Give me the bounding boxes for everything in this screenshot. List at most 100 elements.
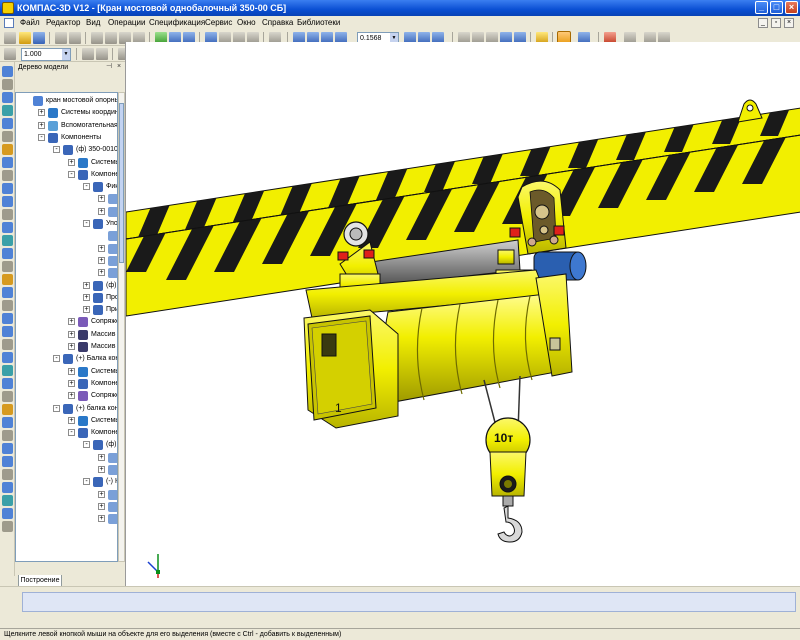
tree-row[interactable]: + <box>16 489 117 501</box>
expand-icon[interactable]: + <box>98 466 105 473</box>
close-icon[interactable]: × <box>115 63 123 71</box>
doc-minimize-button[interactable]: _ <box>758 18 768 28</box>
tool-icon[interactable] <box>2 443 13 454</box>
cut-icon[interactable] <box>91 32 103 44</box>
tree-row[interactable]: + Массив п <box>16 341 117 353</box>
tree-row[interactable]: - (ф) 350-0010 <box>16 144 117 156</box>
tree-row[interactable]: + <box>16 243 117 255</box>
tool-icon[interactable] <box>2 430 13 441</box>
preview-icon[interactable] <box>69 32 81 44</box>
tool-icon[interactable] <box>2 365 13 376</box>
tree-row[interactable] <box>16 230 117 242</box>
tree-row[interactable]: + <box>16 501 117 513</box>
tree-row[interactable]: + Системы <box>16 366 117 378</box>
chevron-down-icon[interactable]: ▼ <box>62 49 70 60</box>
menu-view[interactable]: Вид <box>86 17 100 29</box>
expand-icon[interactable]: + <box>98 515 105 523</box>
tool-icon[interactable] <box>2 235 13 246</box>
tree-row[interactable]: + <box>16 267 117 279</box>
tree-row[interactable]: - Компоненты <box>16 132 117 144</box>
hook-block[interactable]: 10т <box>485 417 531 543</box>
model-viewport[interactable]: 1 10т <box>125 42 800 586</box>
print-icon[interactable] <box>55 32 67 44</box>
expand-icon[interactable]: + <box>98 195 105 203</box>
tool-icon[interactable] <box>2 79 13 90</box>
menu-file[interactable]: Файл <box>20 17 40 29</box>
collapse-icon[interactable]: - <box>68 170 75 178</box>
tree-row[interactable]: + Сопряже <box>16 390 117 402</box>
chevron-down-icon[interactable] <box>45 76 51 87</box>
hoist-end-housing[interactable]: 1 <box>303 309 399 429</box>
tree-row[interactable]: кран мостовой опорны <box>16 95 117 107</box>
doc-close-button[interactable]: × <box>784 18 794 28</box>
collapse-icon[interactable]: - <box>53 146 60 154</box>
tool-icon[interactable] <box>2 339 13 350</box>
expand-icon[interactable]: + <box>68 416 75 424</box>
tree-row[interactable]: + Системы <box>16 157 117 169</box>
tree-row[interactable]: - Упор <box>16 218 117 230</box>
model-tree[interactable]: кран мостовой опорны + Системы координ + Всп… <box>15 92 118 562</box>
tool-icon[interactable] <box>2 378 13 389</box>
tree-row[interactable]: + (ф) I <box>16 280 117 292</box>
menu-specification[interactable]: Спецификация <box>149 17 205 29</box>
expand-icon[interactable]: + <box>83 293 90 301</box>
expand-icon[interactable]: + <box>68 318 75 326</box>
tool-icon[interactable] <box>2 482 13 493</box>
tool-icon[interactable] <box>2 118 13 129</box>
tree-filter-icon[interactable] <box>59 76 70 87</box>
tree-row[interactable]: + <box>16 464 117 476</box>
maximize-button[interactable]: □ <box>770 1 783 14</box>
collapse-icon[interactable]: - <box>68 429 75 437</box>
save-icon[interactable] <box>33 32 45 44</box>
tree-row[interactable]: + Системы <box>16 415 117 427</box>
menu-editor[interactable]: Редактор <box>46 17 80 29</box>
collapse-icon[interactable]: - <box>53 404 60 412</box>
tool-icon[interactable] <box>2 274 13 285</box>
menu-help[interactable]: Справка <box>262 17 293 29</box>
expand-icon[interactable]: + <box>98 453 105 461</box>
expand-icon[interactable]: + <box>68 379 75 387</box>
tool-icon[interactable] <box>2 105 13 116</box>
menu-operations[interactable]: Операции <box>108 17 145 29</box>
collapse-icon[interactable]: - <box>83 441 90 449</box>
tool-icon[interactable] <box>2 300 13 311</box>
expand-icon[interactable]: + <box>83 306 90 314</box>
tree-row[interactable]: - Фикс <box>16 181 117 193</box>
tool-icon[interactable] <box>2 209 13 220</box>
tree-row[interactable]: + Компоне <box>16 378 117 390</box>
tree-row[interactable]: + <box>16 206 117 218</box>
tree-row[interactable]: + Сопряже <box>16 316 117 328</box>
tree-row[interactable]: - Компоне <box>16 169 117 181</box>
expand-icon[interactable]: + <box>98 502 105 510</box>
tool-icon[interactable] <box>2 391 13 402</box>
expand-icon[interactable]: + <box>68 392 75 400</box>
collapse-icon[interactable]: - <box>83 478 90 486</box>
expand-icon[interactable]: + <box>98 256 105 264</box>
menu-service[interactable]: Сервис <box>205 17 232 29</box>
expand-icon[interactable]: + <box>83 281 90 289</box>
crane-3d-model[interactable]: 1 10т <box>126 42 800 586</box>
expand-icon[interactable]: + <box>68 367 75 375</box>
tool-icon[interactable] <box>2 404 13 415</box>
collapse-icon[interactable]: - <box>83 220 90 227</box>
collapse-icon[interactable]: - <box>38 133 45 141</box>
tree-row[interactable]: + Вспомогательная <box>16 120 117 132</box>
open-icon[interactable] <box>19 32 31 44</box>
tree-mode-icon[interactable] <box>18 76 29 87</box>
tool-icon[interactable] <box>2 170 13 181</box>
collapse-icon[interactable]: - <box>83 183 90 191</box>
tree-row[interactable]: - (+) балка конц <box>16 403 117 415</box>
minimize-button[interactable]: _ <box>755 1 768 14</box>
tool-icon[interactable] <box>2 287 13 298</box>
tool-icon[interactable] <box>2 508 13 519</box>
tool-icon[interactable] <box>2 196 13 207</box>
pin-icon[interactable]: ⊣ <box>105 63 113 71</box>
tool-icon[interactable] <box>2 495 13 506</box>
scale-combo[interactable]: 1.000 ▼ <box>21 48 71 61</box>
tree-structure-icon[interactable] <box>33 76 44 87</box>
expand-icon[interactable]: + <box>98 244 105 252</box>
expand-icon[interactable]: + <box>68 343 75 350</box>
tool-icon[interactable] <box>2 144 13 155</box>
tree-row[interactable]: + Массив п <box>16 329 117 341</box>
tool-icon[interactable] <box>2 469 13 480</box>
